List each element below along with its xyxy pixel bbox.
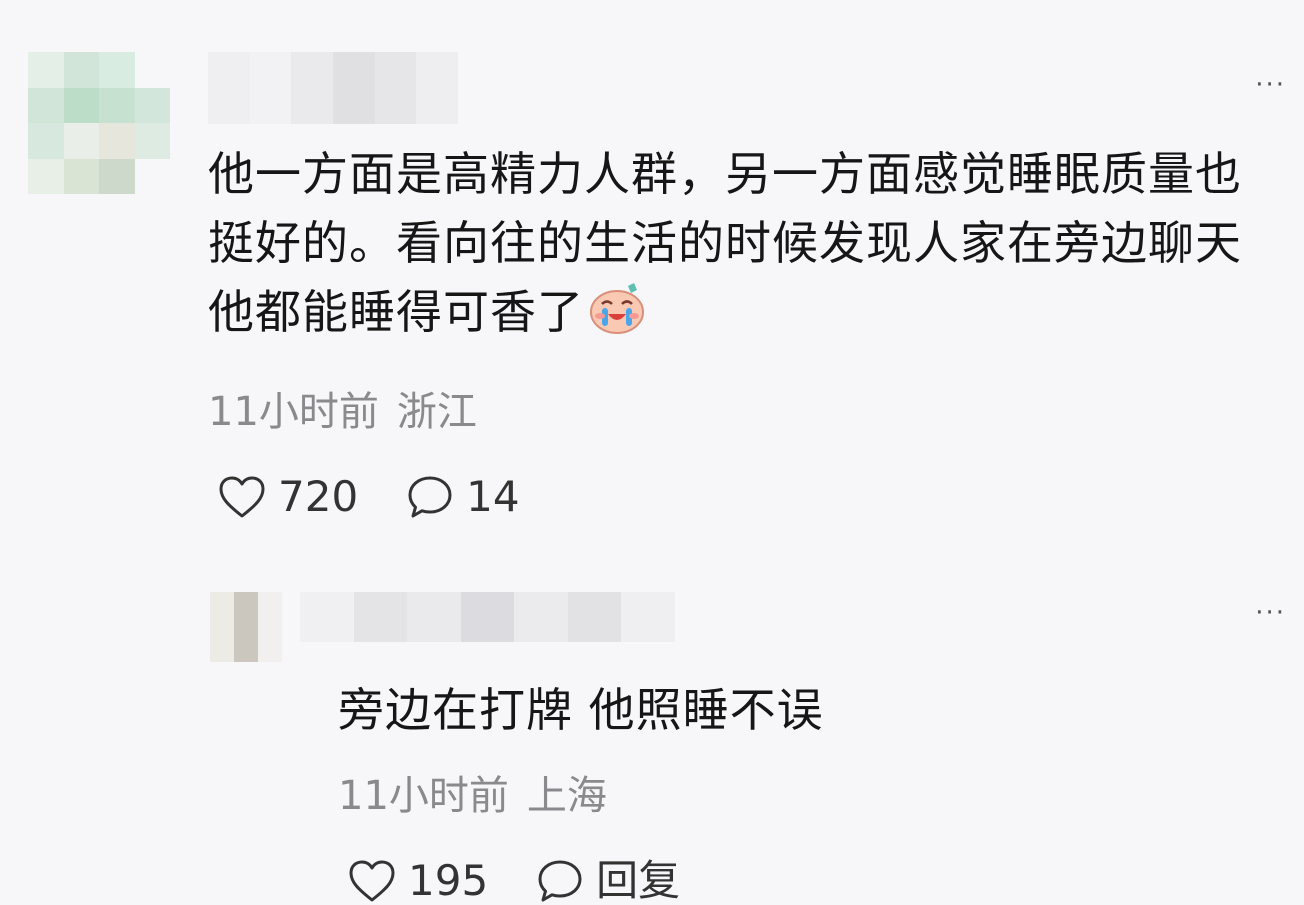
comment-meta: 11小时前 浙江 — [208, 392, 477, 432]
reply-username-redacted[interactable] — [300, 592, 676, 642]
reply-text: 旁边在打牌 他照睡不误 — [338, 683, 824, 737]
reply-count: 14 — [466, 472, 520, 521]
like-button[interactable]: 195 — [348, 859, 488, 903]
chat-bubble-icon — [538, 860, 582, 902]
reply-label: 回复 — [596, 856, 681, 905]
timestamp: 11小时前 — [338, 773, 509, 819]
reply-button[interactable]: 14 — [406, 472, 520, 521]
comment-body: 他一方面是高精力人群，另一方面感觉睡眠质量也挺好的。看向往的生活的时候发现人家在… — [208, 147, 1242, 339]
reply-meta: 11小时前 上海 — [338, 776, 607, 816]
more-options-button[interactable]: ··· — [1255, 72, 1286, 98]
more-dots-icon: ··· — [1255, 70, 1286, 100]
username-redacted[interactable] — [208, 52, 459, 124]
like-button[interactable]: 720 — [218, 475, 358, 519]
location: 上海 — [526, 773, 607, 819]
reply-avatar[interactable] — [210, 592, 282, 662]
timestamp: 11小时前 — [208, 389, 379, 435]
more-options-button[interactable]: ··· — [1255, 600, 1286, 626]
reply-button[interactable]: 回复 — [536, 858, 680, 904]
like-count: 720 — [278, 472, 359, 521]
chat-bubble-icon — [408, 476, 452, 518]
comment-text: 他一方面是高精力人群，另一方面感觉睡眠质量也挺好的。看向往的生活的时候发现人家在… — [208, 140, 1278, 347]
heart-outline-icon — [219, 476, 265, 518]
location: 浙江 — [396, 389, 477, 435]
heart-outline-icon — [349, 860, 395, 902]
more-dots-icon: ··· — [1255, 598, 1286, 628]
crying-laughing-face-icon — [590, 283, 644, 334]
reply-actions: 195 回复 — [348, 858, 680, 904]
like-count: 195 — [408, 856, 489, 905]
avatar[interactable] — [28, 52, 170, 194]
comment-actions: 720 14 — [218, 474, 520, 520]
